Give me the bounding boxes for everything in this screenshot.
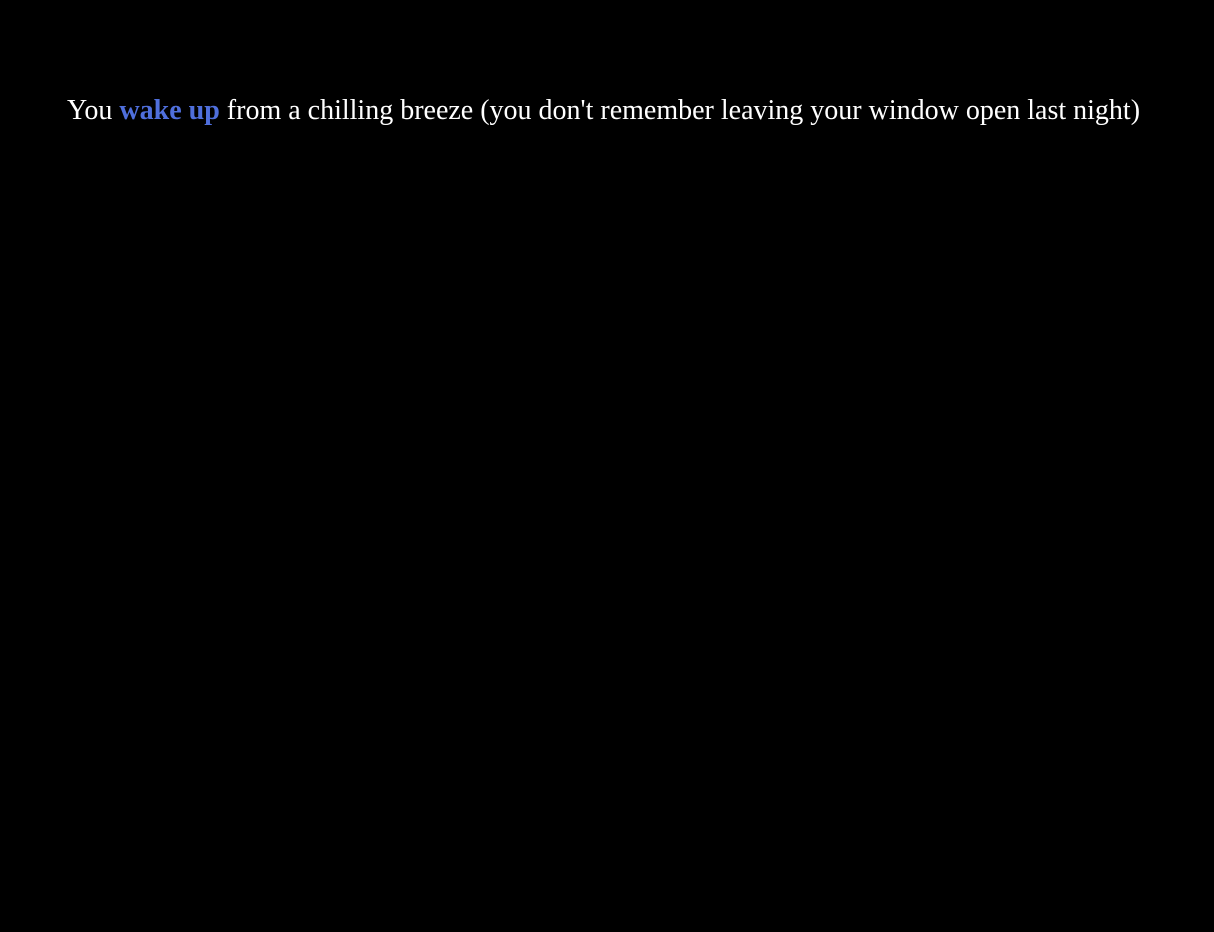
- passage-text-after: from a chilling breeze (you don't rememb…: [219, 95, 1141, 126]
- passage-text-before: You: [67, 95, 120, 126]
- wake-up-link[interactable]: wake up: [119, 95, 219, 126]
- passage-text: You wake up from a chilling breeze (you …: [67, 88, 1202, 133]
